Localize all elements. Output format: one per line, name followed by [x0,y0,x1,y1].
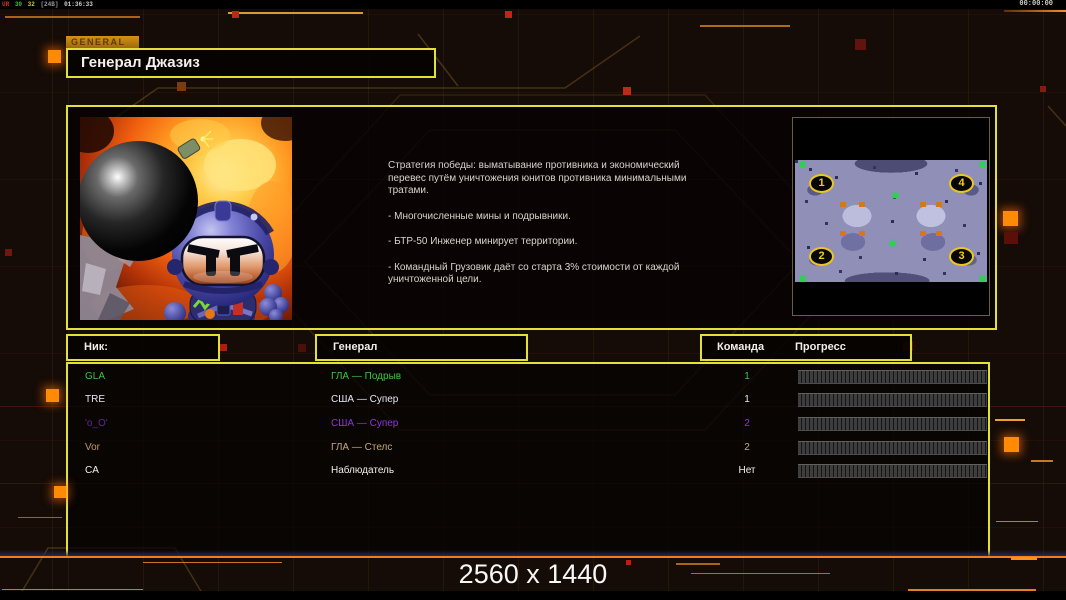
decor-line [996,521,1038,522]
minimap-dot-green [890,241,895,246]
debug-mem: [24B] [40,1,58,8]
decor-line [700,25,790,27]
minimap-dot-green [893,193,898,198]
debug-app: UR [2,1,9,8]
header-general: Генерал [315,334,528,361]
spawn-marker: 3 [949,247,974,266]
player-nick: TRE [85,388,105,412]
decor-line [995,419,1025,421]
player-general: США — Супер [331,388,398,412]
player-row: Vor ГЛА — Стелс 2 [68,436,988,460]
player-row: TRE США — Супер 1 [68,388,988,412]
minimap-dot-green [980,276,985,281]
decor-line [1004,10,1066,12]
player-progress-bar [798,464,987,478]
briefing-paragraph: - Многочисленные мины и подрывники. [388,211,700,224]
player-progress-bar [798,393,987,407]
spawn-marker: 1 [809,174,834,193]
player-team: Нет [717,459,777,483]
bottom-black-bar [0,591,1066,600]
decor-square [1003,211,1018,226]
minimap-dot-green [800,162,805,167]
decor-square [626,560,631,565]
loading-screen: UR 30 32 [24B] 01:36:33 00:00:00 GENERAL… [0,0,1066,600]
header-team-progress: Команда Прогресс [700,334,912,361]
decor-square [1004,437,1019,452]
spawn-marker: 4 [949,174,974,193]
player-list: GLA ГЛА — Подрыв 1 TRE США — Супер 1 'o_… [66,362,990,557]
decor-line [1011,557,1037,560]
decor-square [298,344,306,352]
spawn-marker: 2 [809,247,834,266]
decor-square [623,87,631,95]
game-clock: 00:00:00 [1019,1,1053,8]
player-row: GLA ГЛА — Подрыв 1 [68,365,988,389]
minimap-dot-orange [859,231,865,236]
decor-square [5,249,12,256]
header-team: Команда [717,336,764,358]
minimap-dot-orange [936,231,942,236]
player-row: CA Наблюдатель Нет [68,459,988,483]
debug-overlay: UR 30 32 [24B] 01:36:33 [2,1,95,8]
debug-fps: 30 [15,1,22,8]
minimap-dot-green [800,276,805,281]
minimap-dot-orange [840,231,846,236]
decor-line [5,16,140,18]
strategy-briefing: Стратегия победы: выматывание противника… [388,160,700,300]
decor-square [220,344,227,351]
resolution-label: 2560 x 1440 [0,559,1066,590]
general-portrait [80,117,292,320]
decor-square [855,39,866,50]
decor-line [18,517,62,518]
debug-value: 32 [28,1,35,8]
decor-square [48,50,61,63]
minimap-dot-orange [920,202,926,207]
player-team: 2 [717,412,777,436]
player-general: ГЛА — Стелс [331,436,392,460]
general-info-panel: Стратегия победы: выматывание противника… [66,105,997,330]
briefing-paragraph: - Командный Грузовик даёт со старта 3% с… [388,262,700,287]
top-status-bar: UR 30 32 [24B] 01:36:33 00:00:00 [0,0,1066,9]
player-general: Наблюдатель [331,459,394,483]
decor-square [54,486,66,498]
player-row: 'o_O' США — Супер 2 [68,412,988,436]
player-nick: GLA [85,365,105,389]
decor-square [46,389,59,402]
header-progress: Прогресс [795,336,846,358]
decor-line [228,12,363,14]
footer-divider-line [0,556,1066,558]
player-progress-bar [798,370,987,384]
debug-time: 01:36:33 [64,1,93,8]
minimap-dot-orange [840,202,846,207]
decor-square [232,11,239,18]
minimap-dot-orange [936,202,942,207]
player-general: США — Супер [331,412,398,436]
player-nick: Vor [85,436,100,460]
player-team: 1 [717,365,777,389]
minimap-dot-green [980,162,985,167]
decor-square [177,82,186,91]
decor-line [1031,460,1053,462]
general-title-box: Генерал Джазиз [66,48,436,78]
player-nick: CA [85,459,99,483]
player-progress-bar [798,441,987,455]
minimap-dot-orange [920,231,926,236]
player-nick: 'o_O' [85,412,108,436]
player-team: 2 [717,436,777,460]
minimap-speckles [795,160,798,163]
player-team: 1 [717,388,777,412]
minimap-dot-orange [859,202,865,207]
briefing-paragraph: - БТР-50 Инженер минирует территории. [388,236,700,249]
general-name: Генерал Джазиз [68,50,434,75]
player-general: ГЛА — Подрыв [331,365,401,389]
player-progress-bar [798,417,987,431]
briefing-paragraph: Стратегия победы: выматывание противника… [388,160,700,198]
header-nick: Ник: [66,334,220,361]
decor-square [1040,86,1046,92]
minimap: 1 4 2 3 [792,117,990,316]
decor-square [1004,232,1018,244]
decor-square [505,11,512,18]
